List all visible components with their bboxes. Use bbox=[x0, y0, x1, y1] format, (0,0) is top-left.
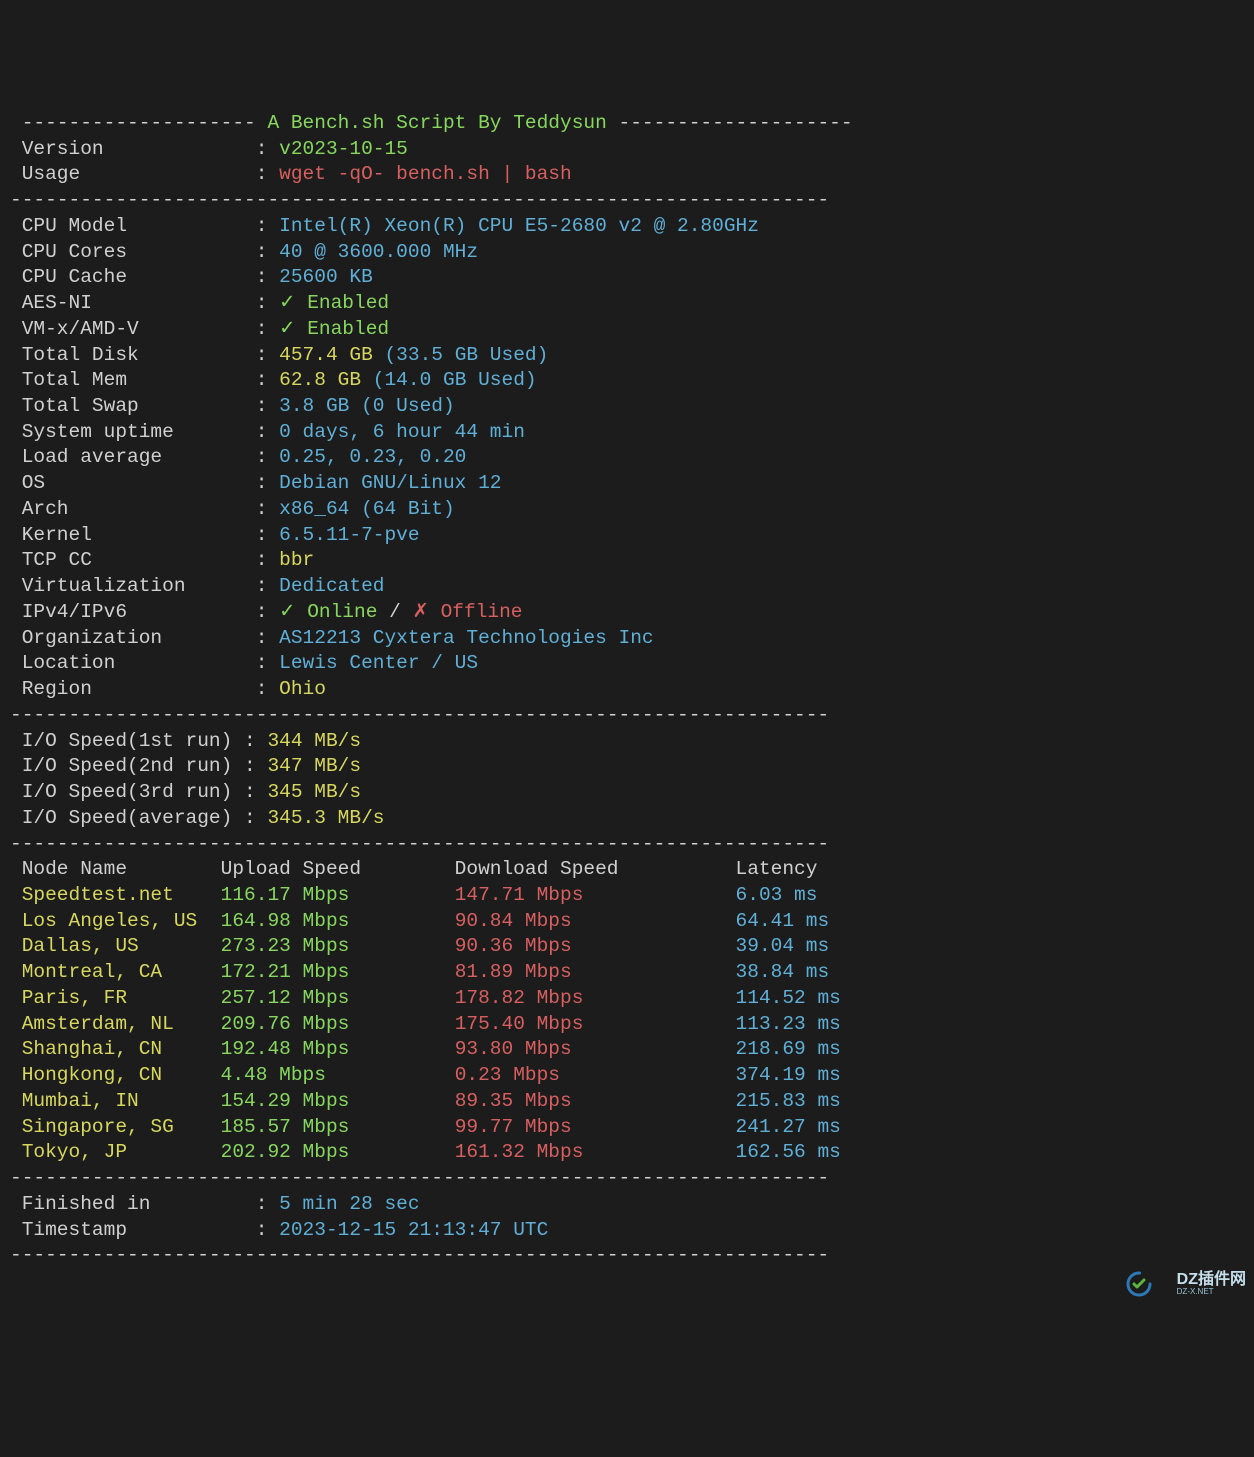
finished: 5 min 28 sec bbox=[279, 1193, 419, 1215]
watermark-logo-icon bbox=[1126, 1219, 1173, 1348]
total-swap: 3.8 GB (0 Used) bbox=[279, 395, 455, 417]
latency-0: 6.03 ms bbox=[736, 884, 818, 906]
arch: x86_64 (64 Bit) bbox=[279, 498, 455, 520]
latency-9: 241.27 ms bbox=[736, 1116, 841, 1138]
disk-used: (33.5 GB Used) bbox=[384, 344, 548, 366]
node-name-10: Tokyo, JP bbox=[22, 1141, 221, 1163]
upload-4: 257.12 Mbps bbox=[221, 987, 455, 1009]
os: Debian GNU/Linux 12 bbox=[279, 472, 501, 494]
vmx: ✓ Enabled bbox=[279, 318, 389, 340]
latency-1: 64.41 ms bbox=[736, 910, 830, 932]
aes-ni: ✓ Enabled bbox=[279, 292, 389, 314]
upload-9: 185.57 Mbps bbox=[221, 1116, 455, 1138]
upload-10: 202.92 Mbps bbox=[221, 1141, 455, 1163]
node-name-6: Shanghai, CN bbox=[22, 1038, 221, 1060]
upload-2: 273.23 Mbps bbox=[221, 935, 455, 957]
upload-3: 172.21 Mbps bbox=[221, 961, 455, 983]
download-4: 178.82 Mbps bbox=[455, 987, 736, 1009]
cpu-model: Intel(R) Xeon(R) CPU E5-2680 v2 @ 2.80GH… bbox=[279, 215, 759, 237]
virtualization: Dedicated bbox=[279, 575, 384, 597]
watermark-subtext: DZ-X.NET bbox=[1177, 1288, 1246, 1296]
node-name-0: Speedtest.net bbox=[22, 884, 221, 906]
script-title: A Bench.sh Script By Teddysun bbox=[267, 112, 606, 134]
download-8: 89.35 Mbps bbox=[455, 1090, 736, 1112]
node-name-4: Paris, FR bbox=[22, 987, 221, 1009]
mem-used: (14.0 GB Used) bbox=[373, 369, 537, 391]
upload-0: 116.17 Mbps bbox=[221, 884, 455, 906]
upload-6: 192.48 Mbps bbox=[221, 1038, 455, 1060]
download-5: 175.40 Mbps bbox=[455, 1013, 736, 1035]
latency-4: 114.52 ms bbox=[736, 987, 841, 1009]
watermark: DZ插件网 DZ-X.NET bbox=[1126, 1219, 1246, 1348]
ipv4: ✓ Online bbox=[279, 601, 377, 623]
load-average: 0.25, 0.23, 0.20 bbox=[279, 446, 466, 468]
usage-value: wget -qO- bench.sh | bash bbox=[279, 163, 572, 185]
node-name-8: Mumbai, IN bbox=[22, 1090, 221, 1112]
io-run-1: 344 MB/s bbox=[267, 730, 361, 752]
download-7: 0.23 Mbps bbox=[455, 1064, 736, 1086]
upload-5: 209.76 Mbps bbox=[221, 1013, 455, 1035]
download-10: 161.32 Mbps bbox=[455, 1141, 736, 1163]
node-name-2: Dallas, US bbox=[22, 935, 221, 957]
io-average: 345.3 MB/s bbox=[267, 807, 384, 829]
latency-6: 218.69 ms bbox=[736, 1038, 841, 1060]
download-3: 81.89 Mbps bbox=[455, 961, 736, 983]
node-name-1: Los Angeles, US bbox=[22, 910, 221, 932]
latency-3: 38.84 ms bbox=[736, 961, 830, 983]
location: Lewis Center / US bbox=[279, 652, 478, 674]
version-value: v2023-10-15 bbox=[279, 138, 408, 160]
cpu-cores: 40 @ 3600.000 MHz bbox=[279, 241, 478, 263]
latency-10: 162.56 ms bbox=[736, 1141, 841, 1163]
latency-5: 113.23 ms bbox=[736, 1013, 841, 1035]
node-name-5: Amsterdam, NL bbox=[22, 1013, 221, 1035]
node-name-7: Hongkong, CN bbox=[22, 1064, 221, 1086]
kernel: 6.5.11-7-pve bbox=[279, 524, 419, 546]
latency-7: 374.19 ms bbox=[736, 1064, 841, 1086]
latency-8: 215.83 ms bbox=[736, 1090, 841, 1112]
timestamp: 2023-12-15 21:13:47 UTC bbox=[279, 1219, 548, 1241]
io-run-3: 345 MB/s bbox=[267, 781, 361, 803]
upload-1: 164.98 Mbps bbox=[221, 910, 455, 932]
watermark-text: DZ插件网 bbox=[1177, 1271, 1246, 1288]
download-2: 90.36 Mbps bbox=[455, 935, 736, 957]
download-0: 147.71 Mbps bbox=[455, 884, 736, 906]
organization: AS12213 Cyxtera Technologies Inc bbox=[279, 627, 653, 649]
node-name-3: Montreal, CA bbox=[22, 961, 221, 983]
download-9: 99.77 Mbps bbox=[455, 1116, 736, 1138]
download-1: 90.84 Mbps bbox=[455, 910, 736, 932]
tcp-cc: bbr bbox=[279, 549, 314, 571]
upload-7: 4.48 Mbps bbox=[221, 1064, 455, 1086]
upload-8: 154.29 Mbps bbox=[221, 1090, 455, 1112]
total-mem: 62.8 GB bbox=[279, 369, 361, 391]
region: Ohio bbox=[279, 678, 326, 700]
download-6: 93.80 Mbps bbox=[455, 1038, 736, 1060]
cpu-cache: 25600 KB bbox=[279, 266, 373, 288]
io-run-2: 347 MB/s bbox=[267, 755, 361, 777]
node-name-9: Singapore, SG bbox=[22, 1116, 221, 1138]
ipv6: ✗ Offline bbox=[413, 601, 523, 623]
total-disk: 457.4 GB bbox=[279, 344, 373, 366]
latency-2: 39.04 ms bbox=[736, 935, 830, 957]
uptime: 0 days, 6 hour 44 min bbox=[279, 421, 525, 443]
terminal-output: -------------------- A Bench.sh Script B… bbox=[10, 111, 1244, 1269]
